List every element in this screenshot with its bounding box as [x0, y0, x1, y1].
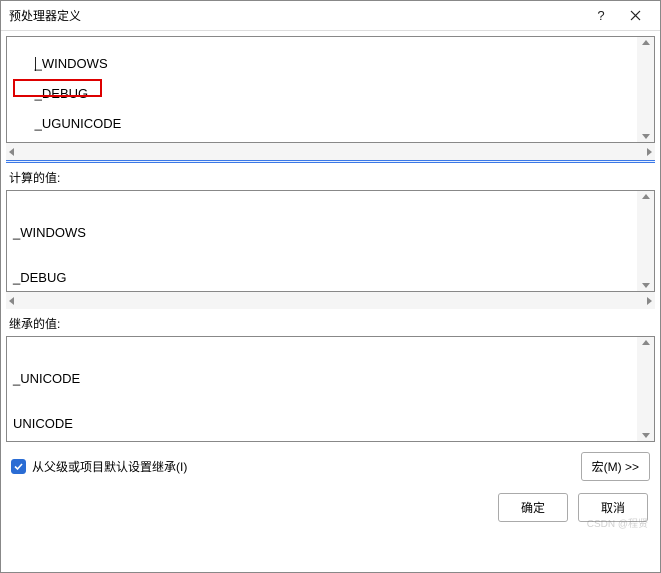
- horizontal-scrollbar[interactable]: [6, 143, 655, 160]
- inherited-values-label: 继承的值:: [1, 309, 660, 336]
- options-row: 从父级或项目默认设置继承(I) 宏(M) >>: [1, 442, 660, 487]
- scroll-right-icon: [647, 297, 652, 305]
- list-item: _DEBUG: [13, 270, 631, 285]
- inherit-checkbox-label: 从父级或项目默认设置继承(I): [32, 458, 187, 475]
- scroll-down-icon: [642, 283, 650, 288]
- scroll-down-icon: [642, 433, 650, 438]
- titlebar: 预处理器定义 ?: [1, 1, 660, 31]
- vertical-scrollbar[interactable]: [637, 191, 654, 291]
- editor-line: _WINDOWS: [35, 56, 108, 71]
- list-item: _UNICODE: [13, 371, 631, 386]
- inherit-checkbox[interactable]: [11, 459, 26, 474]
- macros-button[interactable]: 宏(M) >>: [581, 452, 650, 481]
- editor-line: _DEBUG: [35, 86, 88, 101]
- ok-button[interactable]: 确定: [498, 493, 568, 522]
- scroll-right-icon: [647, 148, 652, 156]
- scroll-left-icon: [9, 297, 14, 305]
- vertical-scrollbar[interactable]: [637, 337, 654, 441]
- dialog-title: 预处理器定义: [9, 7, 584, 24]
- scroll-up-icon: [642, 340, 650, 345]
- editor-line: _UGUNICODE: [35, 116, 122, 131]
- help-button[interactable]: ?: [584, 2, 618, 30]
- dialog-content: _WINDOWS _DEBUG _UGUNICODE 计算的值: _WINDOW…: [1, 31, 660, 572]
- computed-values-content: _WINDOWS _DEBUG _UGUNICODE %(Preprocesso…: [7, 191, 637, 291]
- computed-values-box: _WINDOWS _DEBUG _UGUNICODE %(Preprocesso…: [6, 190, 655, 292]
- horizontal-scrollbar[interactable]: [6, 292, 655, 309]
- scroll-up-icon: [642, 194, 650, 199]
- close-button[interactable]: [618, 2, 652, 30]
- inherited-values-content: _UNICODE UNICODE _AFXDLL: [7, 337, 637, 441]
- definitions-editor[interactable]: _WINDOWS _DEBUG _UGUNICODE: [7, 37, 637, 142]
- list-item: UNICODE: [13, 416, 631, 431]
- definitions-editor-container: _WINDOWS _DEBUG _UGUNICODE: [6, 36, 655, 143]
- scroll-up-icon: [642, 40, 650, 45]
- dialog-buttons-row: 确定 取消 CSDN @程贤: [1, 487, 660, 532]
- computed-values-label: 计算的值:: [1, 163, 660, 190]
- cancel-button[interactable]: 取消: [578, 493, 648, 522]
- list-item: _WINDOWS: [13, 225, 631, 240]
- vertical-scrollbar[interactable]: [637, 37, 654, 142]
- inherited-values-box: _UNICODE UNICODE _AFXDLL: [6, 336, 655, 442]
- scroll-down-icon: [642, 134, 650, 139]
- scroll-left-icon: [9, 148, 14, 156]
